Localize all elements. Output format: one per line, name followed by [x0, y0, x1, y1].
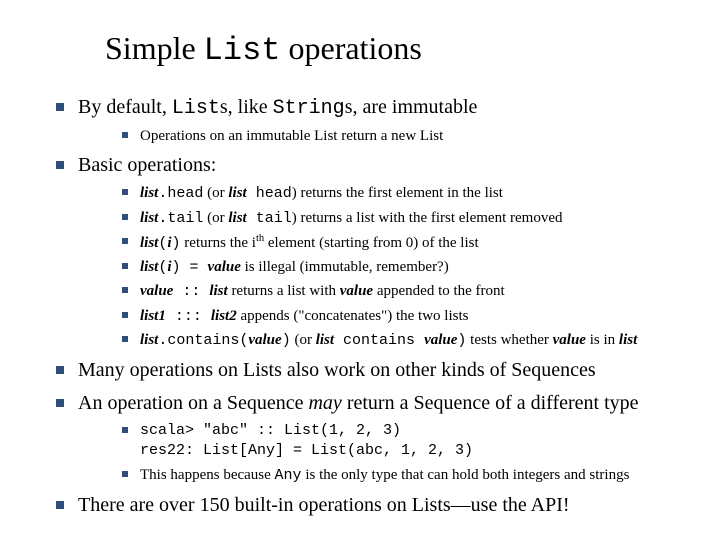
- list-item: By default, Lists, like Strings, are imm…: [50, 94, 690, 146]
- list-item: list.tail (or list tail) returns a list …: [118, 208, 690, 229]
- list-item: There are over 150 built-in operations o…: [50, 492, 690, 519]
- slide: Simple List operations By default, Lists…: [0, 0, 720, 545]
- list-item: scala> "abc" :: List(1, 2, 3) res22: Lis…: [118, 421, 690, 462]
- list-item: value :: list returns a list with value …: [118, 281, 690, 302]
- title-code: List: [204, 32, 281, 69]
- list-item: list.head (or list head) returns the fir…: [118, 183, 690, 204]
- bullet-list: By default, Lists, like Strings, are imm…: [50, 94, 690, 519]
- title-text-pre: Simple: [105, 30, 204, 66]
- list-item: list.contains(value) (or list contains v…: [118, 330, 690, 351]
- code-example: scala> "abc" :: List(1, 2, 3) res22: Lis…: [140, 421, 690, 462]
- list-item: Many operations on Lists also work on ot…: [50, 357, 690, 384]
- list-item: list(i) = value is illegal (immutable, r…: [118, 257, 690, 278]
- slide-title: Simple List operations: [105, 30, 690, 69]
- list-item: Basic operations: list.head (or list hea…: [50, 152, 690, 351]
- list-item: Operations on an immutable List return a…: [118, 126, 690, 146]
- list-item: list1 ::: list2 appends ("concatenates")…: [118, 306, 690, 327]
- list-item: list(i) returns the ith element (startin…: [118, 232, 690, 254]
- list-item: This happens because Any is the only typ…: [118, 465, 690, 486]
- list-item: An operation on a Sequence may return a …: [50, 390, 690, 486]
- title-text-post: operations: [280, 30, 421, 66]
